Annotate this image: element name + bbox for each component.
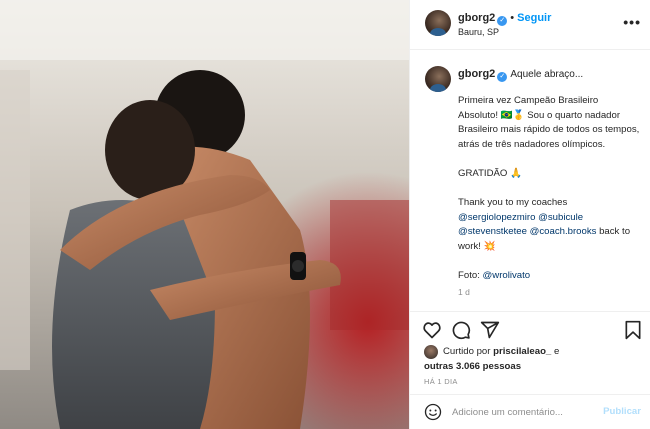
- comment-icon[interactable]: [451, 320, 471, 340]
- liker-avatar[interactable]: [424, 345, 438, 359]
- caption-text: Foto:: [458, 270, 480, 282]
- verified-badge-icon: ✓: [497, 16, 508, 26]
- caption-header: gborg2 ✓ Aquele abraço...: [458, 68, 643, 82]
- post-photo-image: [0, 0, 409, 429]
- other-likes-link[interactable]: outras 3.066 pessoas: [424, 361, 521, 372]
- mention-link[interactable]: @stevenstketee: [458, 226, 527, 237]
- username-link[interactable]: gborg2: [458, 12, 495, 24]
- follow-button[interactable]: Seguir: [517, 12, 551, 24]
- publish-button[interactable]: Publicar: [603, 406, 641, 417]
- action-bar: [410, 311, 650, 351]
- username-link[interactable]: gborg2: [458, 68, 495, 80]
- emoji-icon[interactable]: [424, 403, 442, 421]
- separator-dot: •: [510, 12, 515, 24]
- avatar[interactable]: [425, 10, 451, 36]
- share-icon[interactable]: [480, 320, 500, 340]
- likes-line: Curtido por priscilaleao_ e: [443, 346, 559, 357]
- liked-by-prefix: Curtido por: [443, 346, 491, 357]
- likes-and: e: [553, 346, 560, 357]
- caption-paragraph: Thank you to my coaches @sergiolopezmiro…: [458, 196, 640, 254]
- caption-intro: Aquele abraço...: [510, 69, 584, 80]
- caption-paragraph: Foto: @wrolivato: [458, 269, 640, 284]
- more-options-icon[interactable]: •••: [623, 14, 641, 30]
- header-user-line: gborg2 ✓ • Seguir: [458, 12, 551, 26]
- bookmark-icon[interactable]: [623, 320, 643, 340]
- liker-username-link[interactable]: priscilaleao_: [493, 346, 551, 357]
- caption-paragraph: GRATIDÃO 🙏: [458, 167, 523, 179]
- caption-body: Primeira vez Campeão Brasileiro Absoluto…: [458, 94, 640, 298]
- post-header: gborg2 ✓ • Seguir Bauru, SP •••: [410, 0, 650, 50]
- post-photo[interactable]: [0, 0, 409, 429]
- avatar[interactable]: [425, 66, 451, 92]
- caption: gborg2 ✓ Aquele abraço... Primeira vez Ca…: [410, 56, 650, 306]
- mention-link[interactable]: @coach.brooks: [530, 226, 597, 237]
- mention-link[interactable]: @wrolivato: [483, 270, 531, 281]
- heart-icon[interactable]: [422, 320, 442, 340]
- mention-link[interactable]: @sergiolopezmiro: [458, 212, 535, 223]
- post-details-panel: gborg2 ✓ • Seguir Bauru, SP ••• gborg2 ✓ Aqu…: [409, 0, 650, 429]
- comment-bar: Publicar: [410, 394, 650, 429]
- mention-link[interactable]: @subicule: [538, 212, 583, 223]
- caption-time[interactable]: 1 d: [458, 287, 470, 297]
- comment-input[interactable]: [452, 404, 592, 420]
- caption-paragraph: Primeira vez Campeão Brasileiro Absoluto…: [458, 95, 640, 150]
- post-timestamp[interactable]: HÁ 1 DIA: [424, 377, 458, 386]
- location-link[interactable]: Bauru, SP: [458, 27, 499, 37]
- verified-badge-icon: ✓: [497, 72, 508, 82]
- caption-text: Thank you to my coaches: [458, 197, 568, 209]
